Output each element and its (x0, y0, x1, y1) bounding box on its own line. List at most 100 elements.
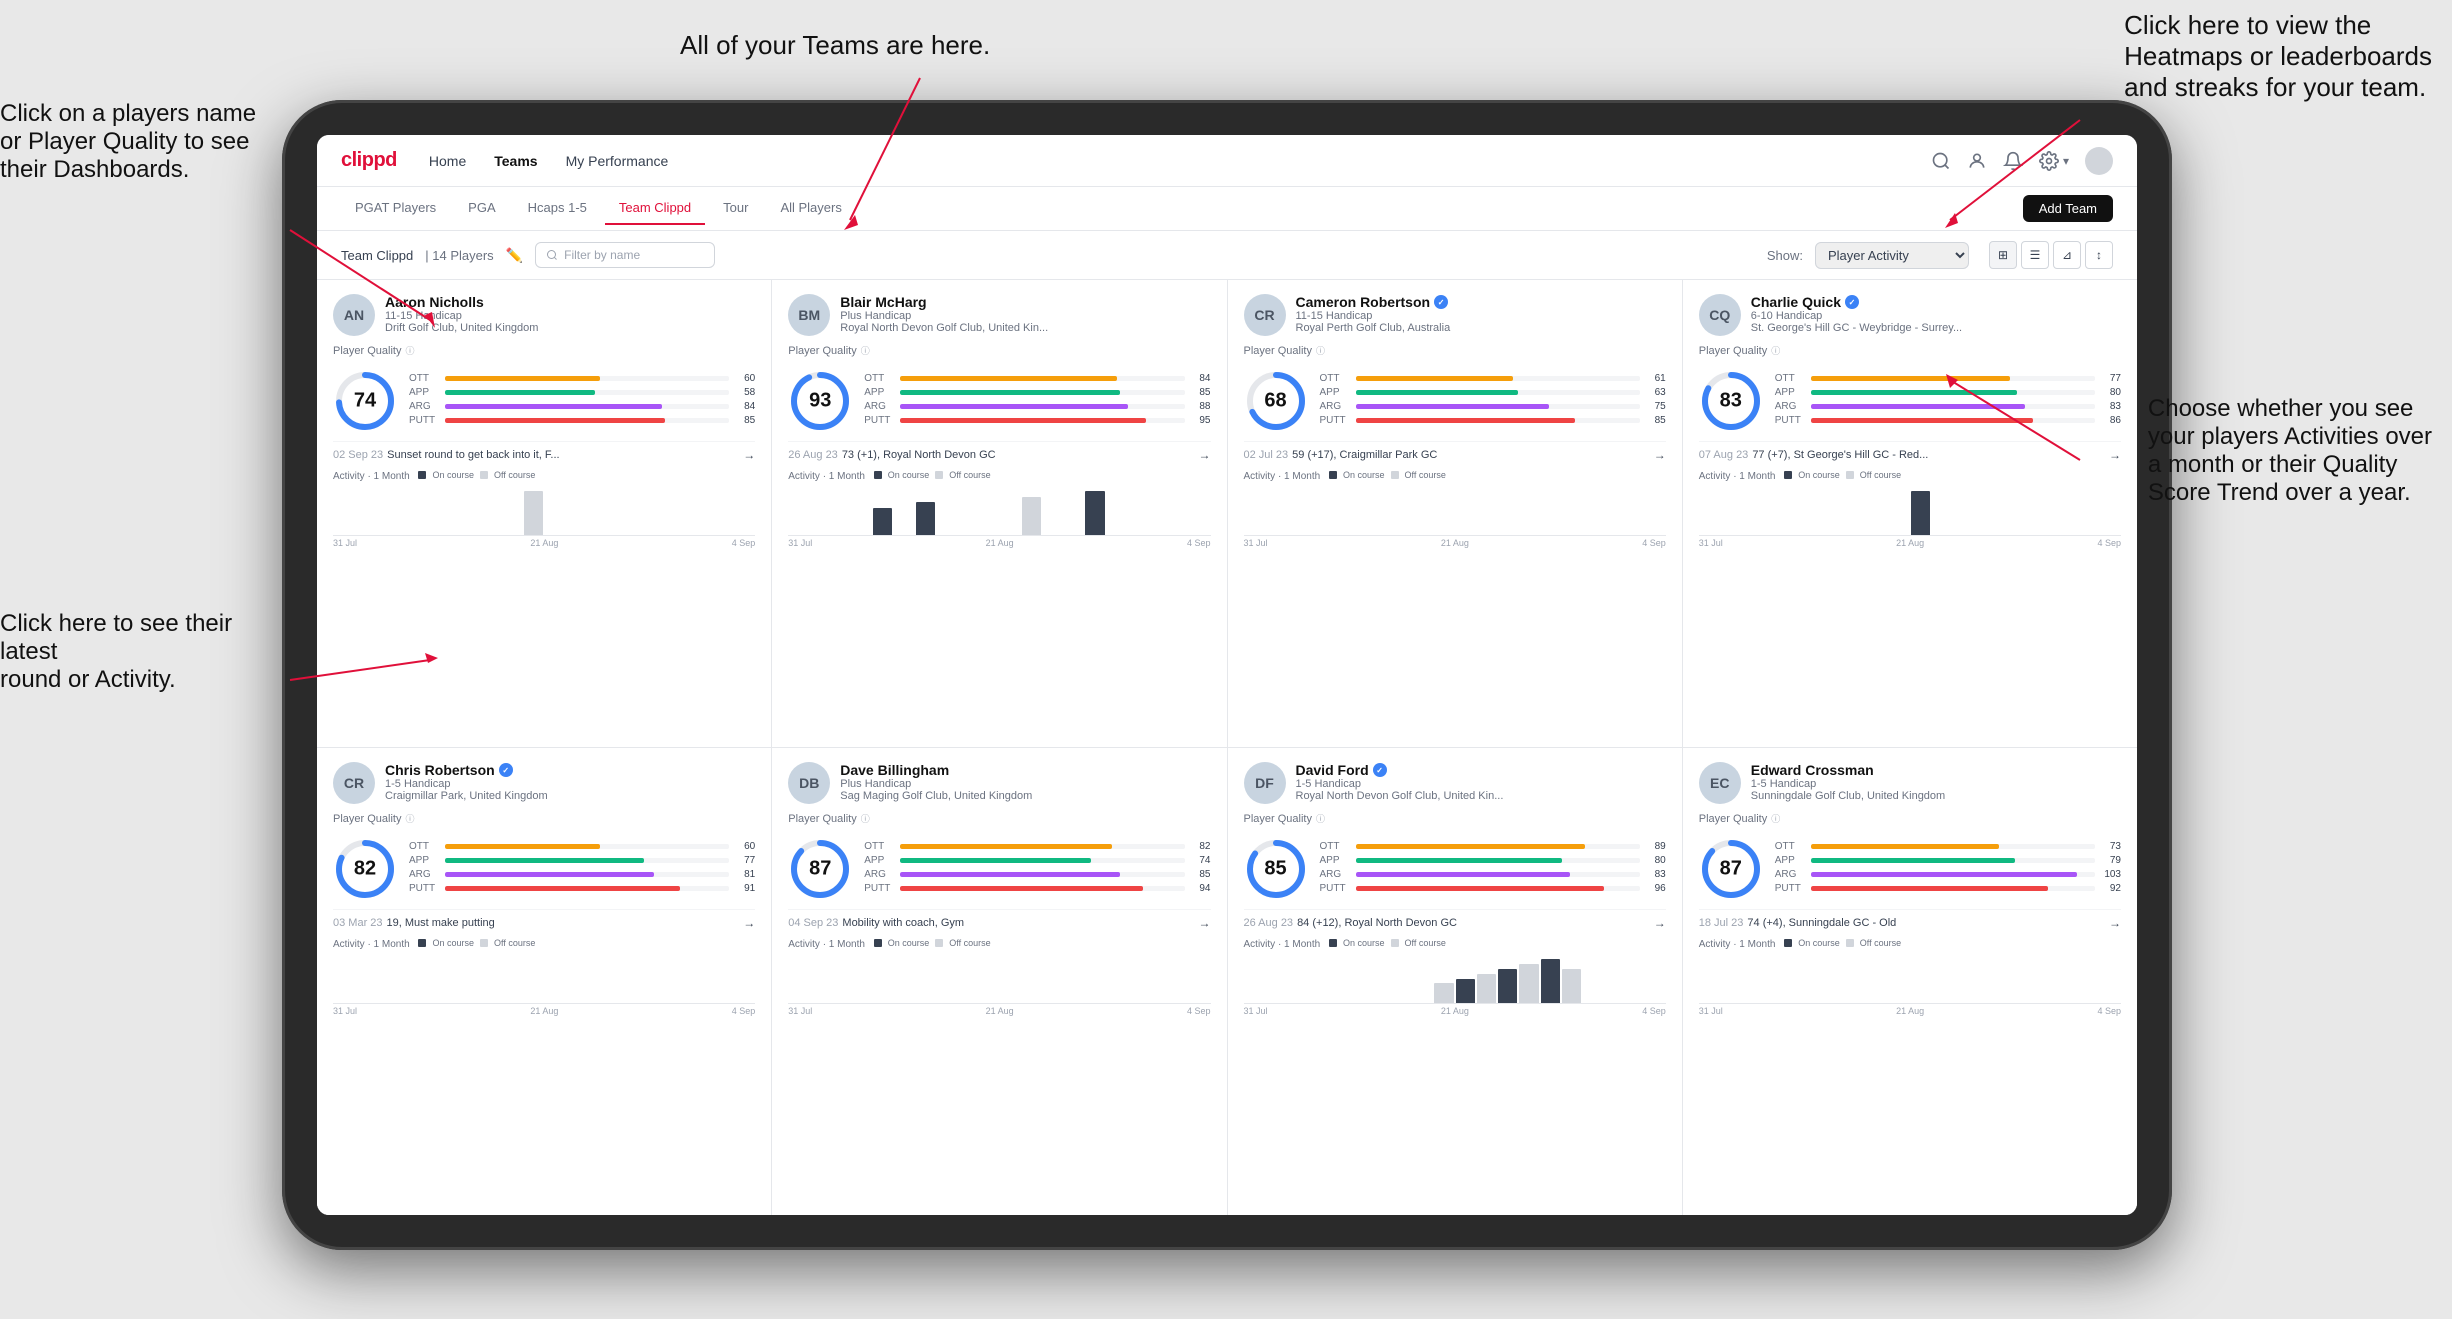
player-name[interactable]: Dave Billingham (840, 762, 1210, 778)
stat-bar-container (1356, 844, 1640, 849)
brand-logo[interactable]: clippd (341, 149, 397, 172)
round-info[interactable]: 07 Aug 23 77 (+7), St George's Hill GC -… (1699, 441, 2121, 462)
quality-section[interactable]: 68 OTT 61 APP 63 ARG (1244, 369, 1666, 433)
stat-bar-container (1356, 872, 1640, 877)
player-card[interactable]: DB Dave Billingham Plus Handicap Sag Mag… (772, 748, 1226, 1215)
quality-section[interactable]: 93 OTT 84 APP 85 ARG (788, 369, 1210, 433)
stat-label: ARG (864, 401, 894, 412)
edit-icon[interactable]: ✏️ (506, 247, 523, 264)
nav-my-performance[interactable]: My Performance (566, 149, 669, 173)
quality-section[interactable]: 83 OTT 77 APP 80 ARG (1699, 369, 2121, 433)
activity-bar (1826, 533, 1845, 535)
round-arrow-icon[interactable]: → (2109, 448, 2121, 462)
quality-label: Player Quality ⓘ (1699, 812, 2121, 825)
round-info[interactable]: 02 Jul 23 59 (+17), Craigmillar Park GC … (1244, 441, 1666, 462)
stat-label: PUTT (409, 883, 439, 894)
round-info[interactable]: 03 Mar 23 19, Must make putting → (333, 909, 755, 930)
activity-bar (1784, 1001, 1803, 1003)
player-name[interactable]: Blair McHarg (840, 294, 1210, 310)
quality-score: 74 (354, 390, 376, 413)
stat-label: PUTT (1775, 883, 1805, 894)
stat-bar-container (900, 404, 1184, 409)
grid-view-button[interactable]: ⊞ (1989, 241, 2017, 269)
settings-menu[interactable]: ▾ (2039, 151, 2069, 171)
activity-legend: On course Off course (1784, 938, 1901, 948)
tab-team-clippd[interactable]: Team Clippd (605, 192, 705, 225)
round-info[interactable]: 18 Jul 23 74 (+4), Sunningdale GC - Old … (1699, 909, 2121, 930)
player-name[interactable]: Charlie Quick ✓ (1751, 294, 2121, 310)
player-card[interactable]: EC Edward Crossman 1-5 Handicap Sunningd… (1683, 748, 2137, 1215)
player-name[interactable]: Cameron Robertson ✓ (1296, 294, 1666, 310)
activity-legend: On course Off course (1329, 938, 1446, 948)
quality-section[interactable]: 85 OTT 89 APP 80 ARG (1244, 837, 1666, 901)
stat-value: 96 (1646, 883, 1666, 894)
stat-label: PUTT (864, 415, 894, 426)
stat-row: PUTT 96 (1320, 883, 1666, 894)
show-select[interactable]: Player Activity Quality Score Trend (1815, 242, 1969, 269)
search-icon[interactable] (1931, 151, 1951, 171)
verified-badge: ✓ (1434, 295, 1448, 309)
stat-bar (445, 886, 680, 891)
nav-teams[interactable]: Teams (494, 149, 537, 173)
quality-section[interactable]: 87 OTT 73 APP 79 ARG (1699, 837, 2121, 901)
round-arrow-icon[interactable]: → (743, 916, 755, 930)
off-course-legend (1846, 471, 1854, 479)
activity-bar (1720, 1001, 1739, 1003)
player-card[interactable]: CR Cameron Robertson ✓ 11-15 Handicap Ro… (1228, 280, 1682, 747)
nav-home[interactable]: Home (429, 149, 466, 173)
activity-bar (1498, 533, 1517, 535)
quality-info-icon: ⓘ (1316, 812, 1325, 825)
player-card[interactable]: CR Chris Robertson ✓ 1-5 Handicap Craigm… (317, 748, 771, 1215)
player-avatar: BM (788, 294, 830, 336)
activity-header: Activity · 1 Month On course Off course (1244, 470, 1666, 482)
date-label: 4 Sep (1187, 538, 1211, 548)
round-info[interactable]: 02 Sep 23 Sunset round to get back into … (333, 441, 755, 462)
tab-pga[interactable]: PGA (454, 192, 509, 225)
activity-bar (2102, 533, 2121, 535)
round-info[interactable]: 04 Sep 23 Mobility with coach, Gym → (788, 909, 1210, 930)
player-name[interactable]: David Ford ✓ (1296, 762, 1666, 778)
player-name[interactable]: Aaron Nicholls (385, 294, 755, 310)
quality-section[interactable]: 74 OTT 60 APP 58 ARG (333, 369, 755, 433)
stat-row: ARG 84 (409, 401, 755, 412)
activity-bar (1456, 533, 1475, 535)
round-info[interactable]: 26 Aug 23 84 (+12), Royal North Devon GC… (1244, 909, 1666, 930)
stat-bar-container (1811, 858, 2095, 863)
activity-chart (333, 486, 755, 536)
player-name[interactable]: Edward Crossman (1751, 762, 2121, 778)
player-card[interactable]: BM Blair McHarg Plus Handicap Royal Nort… (772, 280, 1226, 747)
user-icon[interactable] (1967, 151, 1987, 171)
tab-tour[interactable]: Tour (709, 192, 762, 225)
add-team-button[interactable]: Add Team (2023, 195, 2113, 222)
activity-bar (1413, 533, 1432, 535)
player-avatar: AN (333, 294, 375, 336)
round-arrow-icon[interactable]: → (1654, 916, 1666, 930)
round-arrow-icon[interactable]: → (1654, 448, 1666, 462)
quality-section[interactable]: 87 OTT 82 APP 74 ARG (788, 837, 1210, 901)
sort-button[interactable]: ↕ (2085, 241, 2113, 269)
player-name[interactable]: Chris Robertson ✓ (385, 762, 755, 778)
filter-button[interactable]: ⊿ (2053, 241, 2081, 269)
activity-bar (1826, 1001, 1845, 1003)
avatar[interactable] (2085, 147, 2113, 175)
player-card[interactable]: CQ Charlie Quick ✓ 6-10 Handicap St. Geo… (1683, 280, 2137, 747)
round-info[interactable]: 26 Aug 23 73 (+1), Royal North Devon GC … (788, 441, 1210, 462)
round-arrow-icon[interactable]: → (1199, 448, 1211, 462)
tab-hcaps[interactable]: Hcaps 1-5 (514, 192, 601, 225)
quality-section[interactable]: 82 OTT 60 APP 77 ARG (333, 837, 755, 901)
player-card[interactable]: DF David Ford ✓ 1-5 Handicap Royal North… (1228, 748, 1682, 1215)
tab-pgat-players[interactable]: PGAT Players (341, 192, 450, 225)
round-arrow-icon[interactable]: → (2109, 916, 2121, 930)
tab-all-players[interactable]: All Players (766, 192, 855, 225)
player-card[interactable]: AN Aaron Nicholls 11-15 Handicap Drift G… (317, 280, 771, 747)
bell-icon[interactable] (2003, 151, 2023, 171)
round-desc: 73 (+1), Royal North Devon GC (842, 449, 1195, 461)
stat-bar-container (445, 872, 729, 877)
activity-bar (1085, 1001, 1104, 1003)
round-arrow-icon[interactable]: → (1199, 916, 1211, 930)
donut-chart: 68 (1244, 369, 1308, 433)
round-arrow-icon[interactable]: → (743, 448, 755, 462)
activity-bar (588, 533, 607, 535)
list-view-button[interactable]: ☰ (2021, 241, 2049, 269)
filter-input-container[interactable]: Filter by name (535, 242, 715, 268)
